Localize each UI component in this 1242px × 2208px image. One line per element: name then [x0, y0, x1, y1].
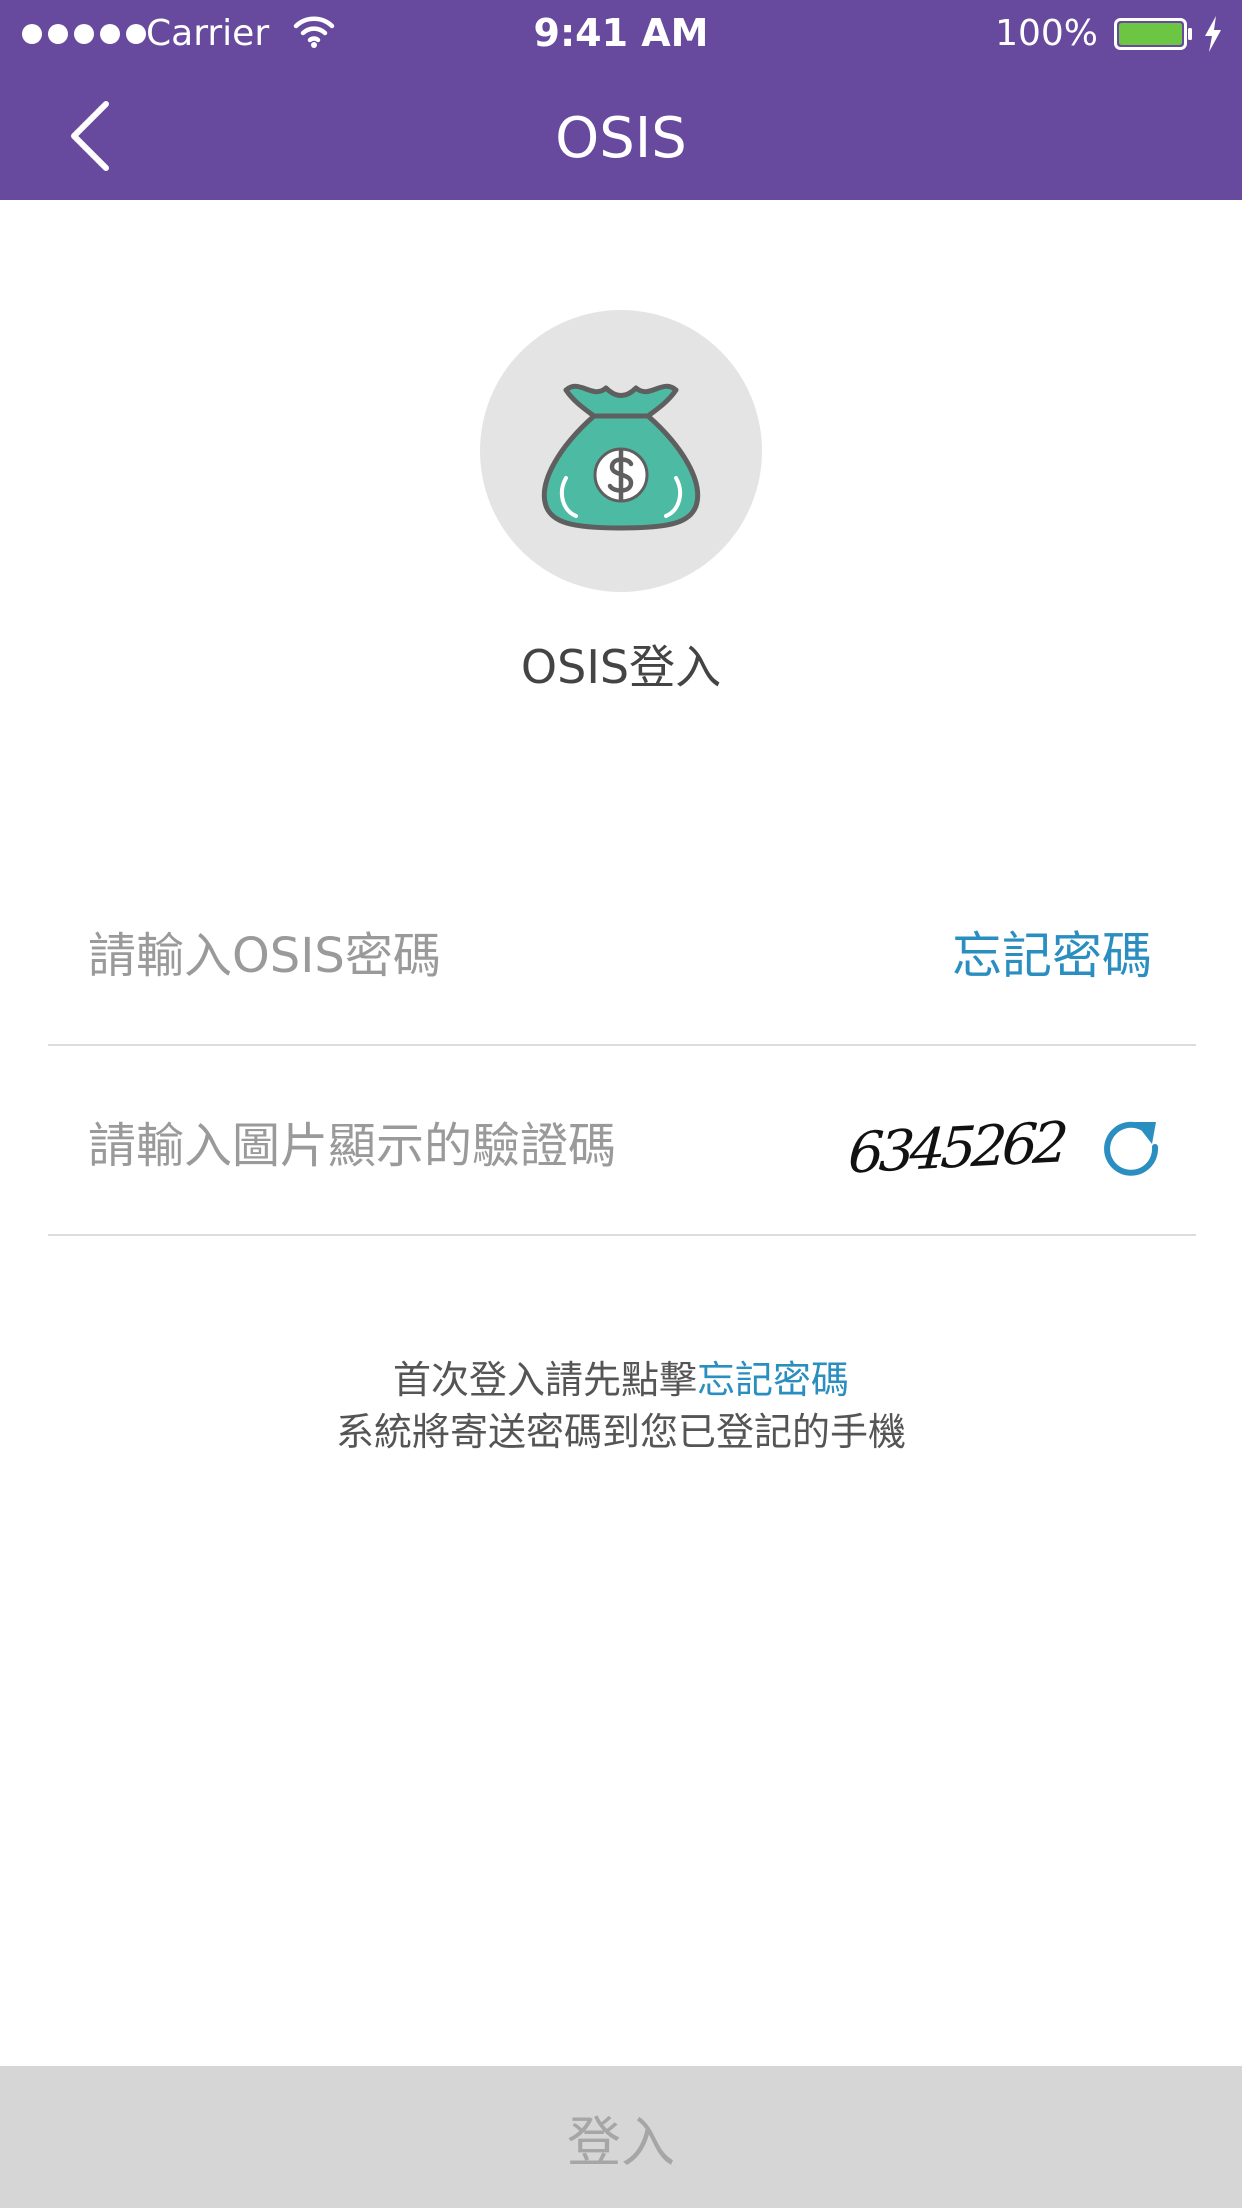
captcha-row: 6345262 — [48, 1048, 1196, 1236]
hint-forgot-password-link[interactable]: 忘記密碼 — [697, 1358, 849, 1402]
page-title: OSIS — [555, 106, 687, 171]
refresh-icon[interactable] — [1098, 1114, 1164, 1180]
login-button[interactable]: 登入 — [0, 2066, 1242, 2208]
money-bag-icon — [542, 383, 700, 531]
first-login-hint: 首次登入請先點擊忘記密碼 系統將寄送密碼到您已登記的手機 — [0, 1354, 1242, 1458]
status-bar: Carrier 9:41 AM 100% — [0, 0, 1242, 66]
hint-line-1: 首次登入請先點擊忘記密碼 — [0, 1354, 1242, 1406]
app-header: Carrier 9:41 AM 100% OSIS — [0, 0, 1242, 200]
hint-line-2: 系統將寄送密碼到您已登記的手機 — [335, 1410, 906, 1454]
captcha-input[interactable] — [88, 1108, 848, 1184]
password-row: 忘記密碼 — [48, 858, 1196, 1046]
login-heading: OSIS登入 — [520, 640, 722, 694]
hint-text: 首次登入請先點擊 — [392, 1358, 697, 1402]
charging-bolt-icon — [1205, 16, 1221, 52]
forgot-password-link[interactable]: 忘記密碼 — [952, 924, 1152, 988]
captcha-image: 6345262 — [835, 1101, 1077, 1195]
password-input[interactable] — [88, 918, 848, 994]
battery-icon — [1114, 18, 1192, 50]
battery-percent: 100% — [995, 13, 1098, 54]
login-screen: Carrier 9:41 AM 100% OSIS OSIS登入 忘記密碼 請輸… — [0, 0, 1242, 2208]
navigation-bar: OSIS — [0, 66, 1242, 200]
